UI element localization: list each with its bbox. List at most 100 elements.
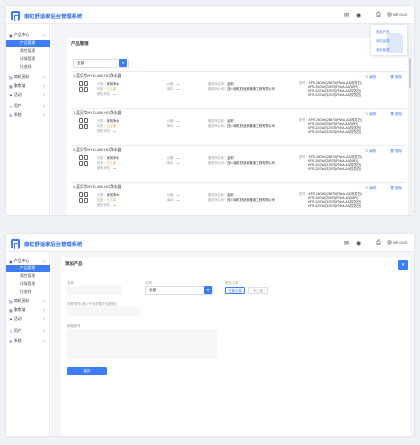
sidebar-item-attribute-manage[interactable]: 属性管理	[6, 48, 50, 55]
sidebar-item-product-manage[interactable]: 产品管理	[6, 265, 50, 272]
help-icon[interactable]: ◉	[356, 240, 361, 247]
name-input[interactable]	[67, 286, 122, 295]
mail-icon[interactable]: ✉	[344, 12, 349, 19]
status-publish-option[interactable]: 立即上架	[225, 287, 245, 294]
sidebar-item-user[interactable]: ☺ 用户 ▾	[6, 103, 50, 110]
sidebar-item-curve[interactable]: 拉曲线	[6, 64, 50, 71]
app-title: 南虹舒适家后台管理系统	[24, 242, 83, 248]
sidebar-item-system[interactable]: ⚙ 系统 ▾	[6, 338, 50, 345]
user-name[interactable]: MR.GUO	[393, 241, 407, 245]
product-sales: 销售状态：—	[97, 203, 117, 207]
model-list: 型号：KFR-26GW/(26575)FNhA-A3(咬苏白) KFR-26GW…	[299, 81, 362, 97]
edit-button[interactable]: ✎ 编辑	[365, 74, 376, 79]
flag-icon: ⚑	[9, 93, 13, 98]
edit-button[interactable]: ✎ 编辑	[365, 111, 376, 116]
sidebar-item-focus-wall[interactable]: ▦ 聚焦墙 ▾	[6, 83, 50, 90]
save-button[interactable]: 保存	[67, 367, 107, 375]
document-icon: ▤	[9, 75, 13, 80]
user-name[interactable]: MR.GUO	[393, 13, 407, 17]
menu-item-add-product[interactable]: 添加产品	[376, 29, 390, 34]
sidebar-item-activity[interactable]: ⚑ 活动 ▾	[6, 316, 50, 323]
product-card: 1.蓝贝华HYD-400 HO净水器 ✎ 编辑 🗑 删除 分类：家用净水 状态：…	[71, 145, 406, 181]
delete-button[interactable]: 🗑 删除	[390, 74, 402, 79]
edit-button[interactable]: ✎ 编辑	[365, 185, 376, 190]
chevron-down-icon: ▾	[43, 93, 45, 97]
scrollbar[interactable]	[408, 38, 412, 215]
sidebar-item-curve[interactable]: 拉曲线	[6, 289, 50, 296]
app-title: 南虹舒适家后台管理系统	[24, 14, 83, 20]
name-label: 名称	[67, 281, 74, 285]
provider-company: 服务商公司：四川南虹舒适家暖通工程有限公司	[208, 124, 275, 128]
chevron-down-icon: ▾	[43, 104, 45, 108]
status-label: 是否上架	[225, 281, 239, 285]
logo-icon	[11, 11, 20, 21]
mail-icon[interactable]: ✉	[344, 240, 349, 247]
main-area: 添加产品 ▾ 名称 分类 全部 ▾ 是否上架 立即上架 不上架 关联型号(请以开…	[51, 252, 414, 436]
model-input[interactable]	[67, 307, 141, 316]
avatar[interactable]	[387, 240, 392, 245]
chevron-down-icon: ▾	[43, 308, 45, 312]
delete-button[interactable]: 🗑 删除	[390, 111, 402, 116]
box-icon: ▣	[9, 259, 13, 264]
chevron-down-icon: ▾	[43, 84, 45, 88]
chevron-up-icon: ▴	[43, 33, 45, 37]
sidebar-item-product-manage[interactable]: 产品管理	[6, 40, 50, 47]
product-name: 1.蓝贝华HYD-400 HO净水器	[73, 185, 122, 189]
sidebar-item-business[interactable]: ▤ 商机资料 ▾	[6, 74, 50, 81]
product-sales: 销售状态：—	[97, 129, 117, 133]
product-thumbnail	[79, 118, 89, 129]
provider-company: 服务商公司：四川南虹舒适家暖通工程有限公司	[208, 161, 275, 165]
edit-button[interactable]: ✎ 编辑	[365, 148, 376, 153]
printer-icon[interactable]: ⎙	[376, 12, 381, 19]
sidebar-item-attribute-manage[interactable]: 属性管理	[6, 273, 50, 280]
sidebar: ▣ 产品中心 ▴ 产品管理 属性管理 详情管理 拉曲线 ▤ 商机资料 ▾ ▦ 聚焦墙 ▾ ⚑…	[6, 24, 50, 215]
desc-textarea[interactable]	[67, 329, 217, 359]
product-card: 1.蓝贝华HYD-400 HO净水器 ✎ 编辑 🗑 删除 分类：家用净水 状态：…	[71, 108, 406, 144]
page-title: 产品管理	[71, 41, 89, 46]
avatar[interactable]	[387, 12, 392, 17]
page-title: 添加产品	[65, 261, 83, 266]
sidebar-item-product-center[interactable]: ▣ 产品中心 ▴	[6, 258, 50, 265]
provider-company: 服务商公司：四川南虹舒适家暖通工程有限公司	[208, 87, 275, 91]
logo-icon	[11, 239, 20, 249]
printer-icon[interactable]: ⎙	[376, 240, 381, 247]
model-list: 型号：KFR-26GW/(26575)FNhA-A3(咬苏白) KFR-26GW…	[299, 192, 362, 208]
sidebar-item-product-center[interactable]: ▣ 产品中心 ▴	[6, 32, 50, 39]
help-icon[interactable]: ◉	[356, 12, 361, 19]
category-dropdown-button[interactable]: ▾	[204, 286, 212, 294]
add-button[interactable]: ▾	[398, 260, 408, 270]
add-dropdown-menu: 添加产品 添加品类 添加品类	[370, 24, 408, 56]
chevron-down-icon: ▾	[43, 339, 45, 343]
delete-button[interactable]: 🗑 删除	[390, 148, 402, 153]
sidebar-item-system[interactable]: ⚙ 系统 ▾	[6, 112, 50, 119]
sidebar-item-business[interactable]: ▤ 商机资料 ▾	[6, 298, 50, 305]
desc-label: 规格型号	[67, 324, 81, 328]
menu-item-add-category-2[interactable]: 添加品类	[376, 47, 390, 52]
sidebar-item-detail-manage[interactable]: 详情管理	[6, 281, 50, 288]
grid-icon: ▦	[9, 308, 13, 313]
delete-button[interactable]: 🗑 删除	[390, 185, 402, 190]
model-label: 关联型号(请以开头配置左包配型)	[67, 302, 117, 306]
sidebar-item-user[interactable]: ☺ 用户 ▾	[6, 328, 50, 335]
product-name: 1.蓝贝华HYD-400 HO净水器	[73, 148, 122, 152]
category-select[interactable]: 全部	[145, 286, 213, 295]
sidebar-item-focus-wall[interactable]: ▦ 聚焦墙 ▾	[6, 307, 50, 314]
product-thumbnail	[79, 81, 89, 92]
product-thumbnail	[79, 192, 89, 203]
sidebar-item-detail-manage[interactable]: 详情管理	[6, 56, 50, 63]
product-panel: 产品管理 全部 ▾ 1.蓝贝华HYD-400 HO净水器 ✎ 编辑 🗑 删除 分…	[67, 38, 412, 215]
filter-dropdown-button[interactable]: ▾	[119, 59, 127, 67]
chevron-down-icon: ▾	[43, 75, 45, 79]
provider-company: 服务商公司：四川南虹舒适家暖通工程有限公司	[208, 198, 275, 202]
user-icon: ☺	[9, 329, 14, 334]
menu-item-add-category[interactable]: 添加品类	[376, 38, 390, 43]
status-unpublish-option[interactable]: 不上架	[248, 287, 268, 294]
box-icon: ▣	[9, 33, 13, 38]
top-header: 南虹舒适家后台管理系统 ✉ ◉ ⎙ MR.GUO	[6, 234, 414, 252]
sidebar-item-activity[interactable]: ⚑ 活动 ▾	[6, 92, 50, 99]
gear-icon: ⚙	[9, 339, 13, 344]
product-name: 1.蓝贝华HYD-400 HO净水器	[73, 74, 122, 78]
model-line: KFR-32GW/(32575)FNhA-A3(咬苏白)	[308, 93, 362, 97]
product-name: 1.蓝贝华HYD-400 HO净水器	[73, 111, 122, 115]
category-label: 分类	[145, 281, 152, 285]
